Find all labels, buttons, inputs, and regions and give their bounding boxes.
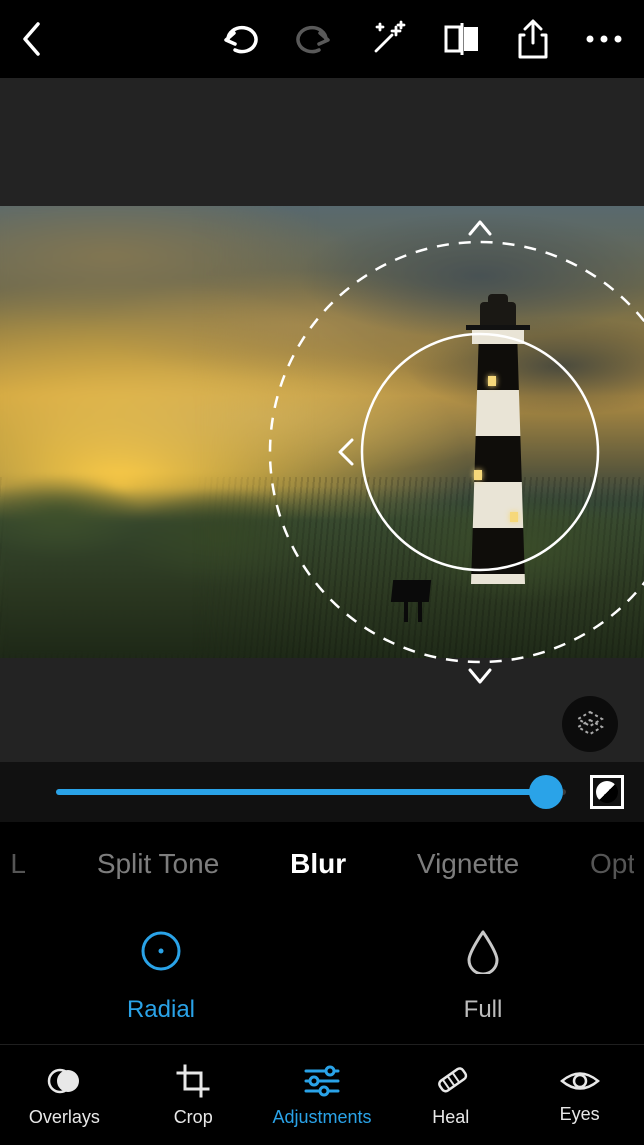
subtab-next-edge[interactable]: Opt: [590, 848, 634, 880]
crop-icon: [175, 1063, 211, 1099]
back-button[interactable]: [20, 21, 42, 57]
lighthouse-graphic: [448, 302, 548, 602]
compare-button[interactable]: [442, 22, 482, 56]
layers-button[interactable]: [562, 696, 618, 752]
heal-icon: [433, 1063, 469, 1099]
bottom-nav: Overlays Crop Adjustments: [0, 1044, 644, 1145]
nav-heal-label: Heal: [432, 1107, 469, 1128]
redo-button[interactable]: [294, 24, 334, 54]
top-toolbar-actions: [220, 19, 624, 59]
invert-mask-button[interactable]: [590, 775, 624, 809]
blur-mode-full-label: Full: [464, 996, 503, 1024]
nav-crop[interactable]: Crop: [129, 1045, 258, 1145]
more-button[interactable]: [584, 34, 624, 44]
drop-icon: [466, 928, 500, 974]
nav-heal[interactable]: Heal: [386, 1045, 515, 1145]
photo-editor-screen: L Split Tone Blur Vignette Opt Radial Fu…: [0, 0, 644, 1145]
blur-intensity-slider-row: [0, 762, 644, 822]
blur-preview-overlay: [0, 206, 320, 658]
undo-button[interactable]: [220, 24, 260, 54]
auto-enhance-button[interactable]: [368, 19, 408, 59]
nav-eyes[interactable]: Eyes: [515, 1045, 644, 1145]
blur-mode-radial[interactable]: Radial: [0, 896, 322, 1056]
subtab-blur[interactable]: Blur: [290, 848, 346, 880]
subtab-prev-edge[interactable]: L: [10, 848, 26, 880]
adjustment-subtabs[interactable]: L Split Tone Blur Vignette Opt: [0, 822, 644, 906]
sign-graphic: [386, 580, 436, 620]
radial-icon: [138, 928, 184, 974]
eye-icon: [559, 1066, 601, 1096]
top-toolbar: [0, 0, 644, 78]
blur-mode-full[interactable]: Full: [322, 896, 644, 1056]
canvas-area[interactable]: [0, 78, 644, 762]
blur-intensity-slider[interactable]: [56, 789, 566, 795]
share-button[interactable]: [516, 19, 550, 59]
edited-photo[interactable]: [0, 206, 644, 658]
subtab-split-tone[interactable]: Split Tone: [97, 848, 219, 880]
blur-mode-row: Radial Full: [0, 896, 644, 1056]
nav-crop-label: Crop: [174, 1107, 213, 1128]
nav-overlays[interactable]: Overlays: [0, 1045, 129, 1145]
overlays-icon: [46, 1063, 82, 1099]
slider-fill: [56, 789, 546, 795]
slider-thumb[interactable]: [529, 775, 563, 809]
nav-eyes-label: Eyes: [560, 1104, 600, 1125]
nav-adjustments[interactable]: Adjustments: [258, 1045, 387, 1145]
blur-mode-radial-label: Radial: [127, 996, 195, 1024]
adjustments-icon: [302, 1063, 342, 1099]
nav-adjustments-label: Adjustments: [272, 1107, 371, 1128]
nav-overlays-label: Overlays: [29, 1107, 100, 1128]
subtab-vignette[interactable]: Vignette: [417, 848, 519, 880]
